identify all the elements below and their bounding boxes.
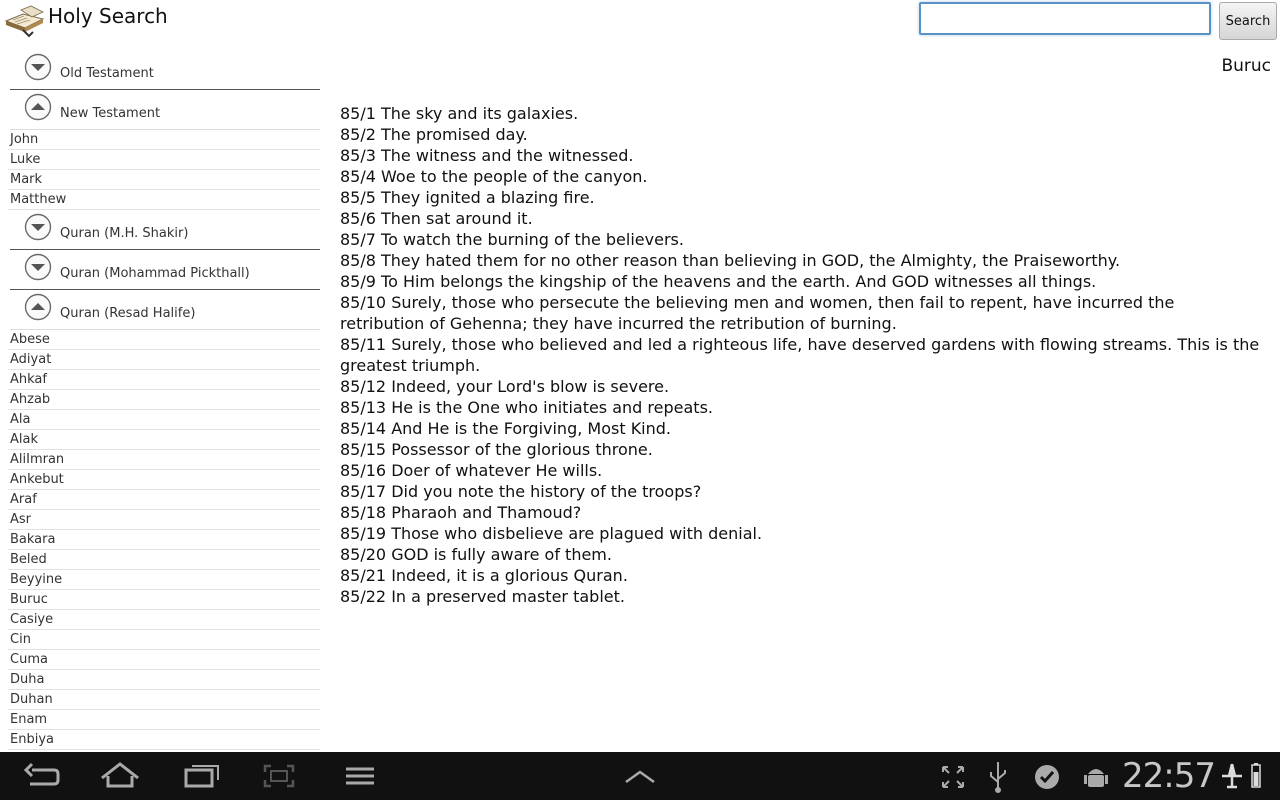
sidebar-list-item[interactable]: Enam	[8, 710, 320, 730]
chevron-up-circle-icon[interactable]	[24, 293, 52, 321]
sidebar-list-item[interactable]: Asr	[8, 510, 320, 530]
sidebar-list-item[interactable]: Matthew	[8, 190, 320, 210]
back-icon[interactable]	[20, 752, 62, 800]
verse: 85/22 In a preserved master tablet.	[340, 587, 625, 606]
search-button[interactable]: Search	[1219, 2, 1277, 40]
verse: 85/20 GOD is fully aware of them.	[340, 545, 612, 564]
verse-list: 85/1 The sky and its galaxies. 85/2 The p…	[340, 103, 1260, 607]
search-input[interactable]	[919, 2, 1211, 35]
verse: 85/19 Those who disbelieve are plagued w…	[340, 524, 763, 543]
sidebar-tree: Old Testament New Testament John Luke Mark Ma…	[0, 50, 320, 752]
verse: 85/11 Surely, those who believed and led…	[340, 335, 1260, 375]
group-header[interactable]: Quran (Mohammad Pickthall)	[10, 250, 320, 290]
group-label: Quran (Mohammad Pickthall)	[60, 266, 250, 281]
sidebar-list-item[interactable]: AliImran	[8, 450, 320, 470]
sidebar-list-item[interactable]: Cin	[8, 630, 320, 650]
sidebar-list-item[interactable]: Ankebut	[8, 470, 320, 490]
verse: 85/13 He is the One who initiates and re…	[340, 398, 713, 417]
sidebar-list-item[interactable]: Abese	[8, 330, 320, 350]
group-header[interactable]: Quran (M.H. Shakir)	[10, 210, 320, 250]
verse: 85/18 Pharaoh and Thamoud?	[340, 503, 582, 522]
sidebar-list-item[interactable]: Ahzab	[8, 390, 320, 410]
verse: 85/14 And He is the Forgiving, Most Kind…	[340, 419, 672, 438]
sidebar-list-item[interactable]: Casiye	[8, 610, 320, 630]
sidebar-list-item[interactable]: John	[8, 130, 320, 150]
verse: 85/17 Did you note the history of the tr…	[340, 482, 702, 501]
sidebar-list-item[interactable]: Mark	[8, 170, 320, 190]
verse: 85/4 Woe to the people of the canyon.	[340, 167, 648, 186]
group-label: Quran (M.H. Shakir)	[60, 226, 189, 241]
system-bar: 22:57	[0, 752, 1280, 800]
sidebar-list-item[interactable]: Beled	[8, 550, 320, 570]
verse: 85/3 The witness and the witnessed.	[340, 146, 634, 165]
app-title: Holy Search	[48, 4, 168, 28]
verse: 85/5 They ignited a blazing fire.	[340, 188, 595, 207]
group-header[interactable]: Old Testament	[10, 50, 320, 90]
recent-apps-icon[interactable]	[182, 752, 222, 800]
group-label: Quran (Resad Halife)	[60, 306, 196, 321]
verse: 85/16 Doer of whatever He wills.	[340, 461, 603, 480]
screenshot-icon[interactable]	[262, 752, 296, 800]
sidebar-list-item[interactable]: Enbiya	[8, 730, 320, 750]
sidebar-list-item[interactable]: Duhan	[8, 690, 320, 710]
sidebar-list-item[interactable]: Beyyine	[8, 570, 320, 590]
book-icon	[4, 5, 45, 38]
clock: 22:57	[1122, 756, 1216, 796]
chevron-down-circle-icon[interactable]	[24, 253, 52, 281]
sidebar-list-item[interactable]: Ahkaf	[8, 370, 320, 390]
sidebar-list-item[interactable]: Buruc	[8, 590, 320, 610]
sidebar-list-item[interactable]: Bakara	[8, 530, 320, 550]
fullscreen-icon[interactable]	[940, 752, 966, 800]
menu-icon[interactable]	[344, 752, 376, 800]
verse: 85/12 Indeed, your Lord's blow is severe…	[340, 377, 670, 396]
airplane-icon	[1222, 763, 1242, 789]
verse: 85/6 Then sat around it.	[340, 209, 533, 228]
chevron-down-circle-icon[interactable]	[24, 213, 52, 241]
chevron-up-icon[interactable]	[622, 752, 658, 800]
sidebar-list-item[interactable]: Cuma	[8, 650, 320, 670]
usb-icon	[990, 762, 1006, 793]
verse: 85/15 Possessor of the glorious throne.	[340, 440, 653, 459]
verse: 85/2 The promised day.	[340, 125, 528, 144]
sidebar-list-item[interactable]: Alak	[8, 430, 320, 450]
android-debug-icon	[1084, 769, 1108, 787]
battery-icon	[1251, 763, 1261, 788]
chevron-up-circle-icon[interactable]	[24, 93, 52, 121]
group-label: New Testament	[60, 106, 161, 121]
verse: 85/9 To Him belongs the kingship of the …	[340, 272, 1097, 291]
verse: 85/1 The sky and its galaxies.	[340, 104, 579, 123]
group-header[interactable]: Quran (Resad Halife)	[10, 290, 320, 330]
verse: 85/7 To watch the burning of the believe…	[340, 230, 684, 249]
sidebar-list-item[interactable]: Araf	[8, 490, 320, 510]
group-label: Old Testament	[60, 66, 154, 81]
check-icon	[1035, 765, 1059, 789]
group-header[interactable]: New Testament	[10, 90, 320, 130]
home-icon[interactable]	[98, 752, 142, 800]
chapter-title: Buruc	[1221, 56, 1271, 76]
sidebar-list-item[interactable]: Luke	[8, 150, 320, 170]
chevron-down-circle-icon[interactable]	[24, 53, 52, 81]
verse: 85/8 They hated them for no other reason…	[340, 251, 1121, 270]
sidebar-list-item[interactable]: Adiyat	[8, 350, 320, 370]
sidebar-list-item[interactable]: Ala	[8, 410, 320, 430]
sidebar-list-item[interactable]: Duha	[8, 670, 320, 690]
verse: 85/10 Surely, those who persecute the be…	[340, 293, 1175, 333]
verse: 85/21 Indeed, it is a glorious Quran.	[340, 566, 628, 585]
